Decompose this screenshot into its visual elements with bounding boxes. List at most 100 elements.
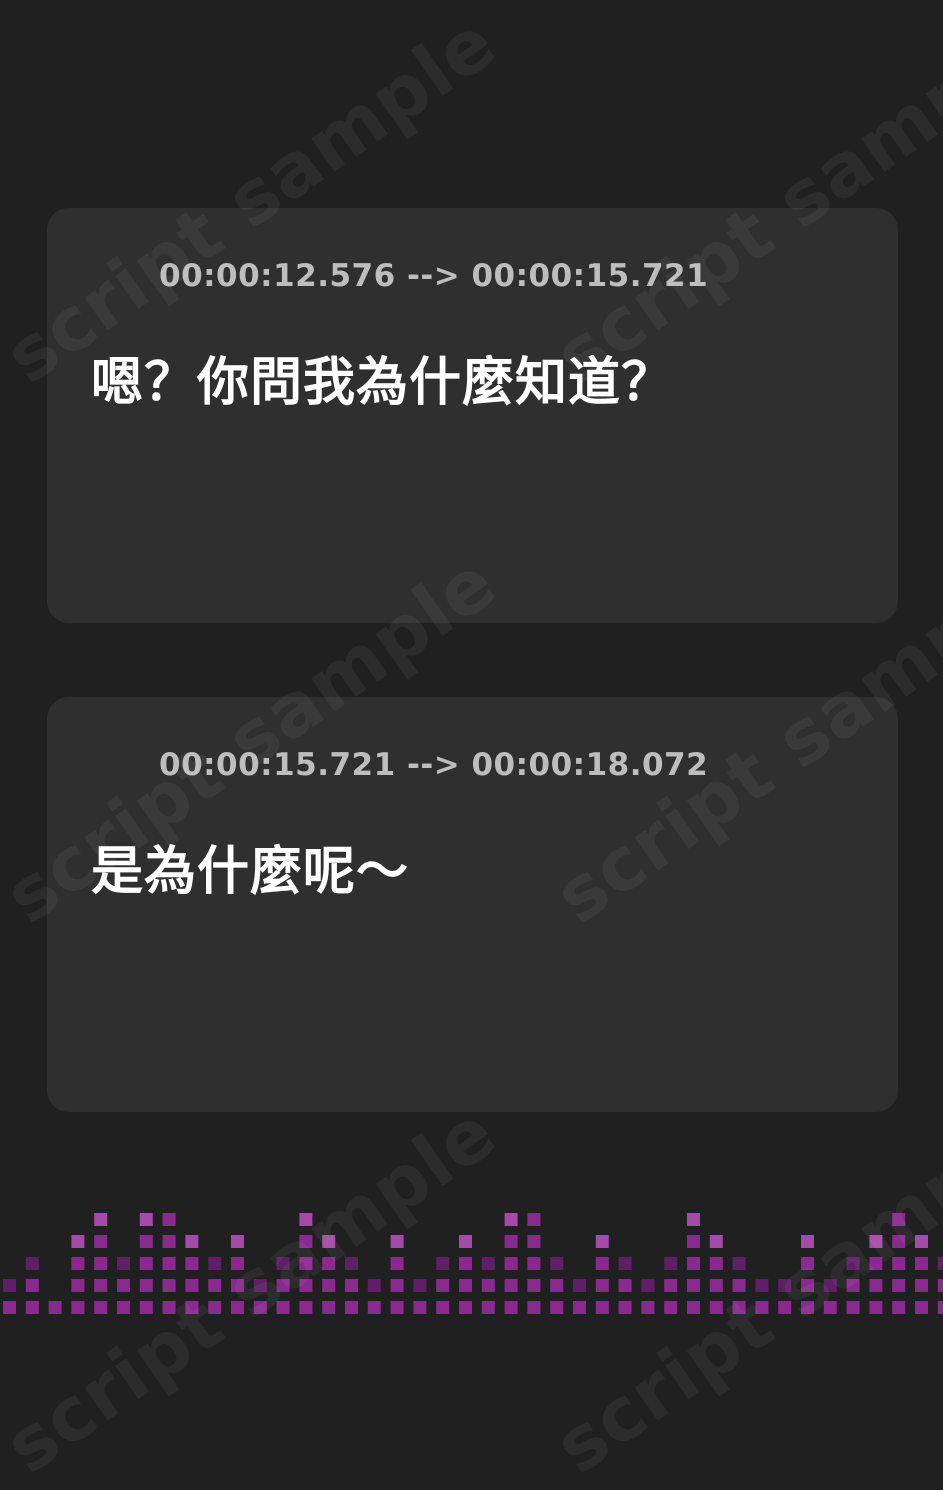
equalizer-block [755,1279,769,1292]
equalizer-block [436,1257,450,1270]
cue-header: 00:00:12.576 --> 00:00:15.721 [89,256,708,296]
equalizer-block [459,1235,472,1248]
subtitle-cue-card: 00:00:15.721 --> 00:00:18.072 是為什麼呢～ [47,697,898,1112]
equalizer-block [94,1301,108,1314]
equalizer-block [892,1257,906,1270]
equalizer-block [801,1279,814,1292]
equalizer-block [687,1257,700,1270]
equalizer-block [687,1279,700,1292]
equalizer-block [185,1235,199,1248]
equalizer-block [48,1301,62,1314]
equalizer-block [527,1301,541,1314]
equalizer-block [185,1301,199,1314]
equalizer-block [71,1301,85,1314]
equalizer-block [846,1257,860,1270]
equalizer-block [709,1301,723,1314]
equalizer-block [390,1235,404,1248]
equalizer-block [139,1301,153,1314]
equalizer-block [117,1257,130,1270]
equalizer-block [846,1301,860,1314]
equalizer-block [618,1301,632,1314]
equalizer-block [71,1279,85,1292]
equalizer-block [823,1301,837,1314]
equalizer-block [71,1257,85,1270]
equalizer-block [550,1279,564,1292]
equalizer-block [231,1279,244,1292]
equalizer-block [504,1279,518,1292]
equalizer-block [299,1279,313,1292]
equalizer-block [345,1257,358,1270]
equalizer-block [413,1301,427,1314]
equalizer-block [801,1257,814,1270]
equalizer-block [618,1279,632,1292]
equalizer-block [25,1279,39,1292]
equalizer-block [573,1279,586,1292]
equalizer-block [869,1279,883,1292]
equalizer-block [276,1301,290,1314]
equalizer-block [299,1257,313,1270]
equalizer-block [162,1213,176,1226]
equalizer-block [367,1301,381,1314]
equalizer-block [436,1279,450,1292]
equalizer-block [892,1301,906,1314]
equalizer-block [139,1257,153,1270]
equalizer-block [664,1301,678,1314]
equalizer-block [299,1213,313,1226]
equalizer-block [208,1257,222,1270]
audio-waveform-icon [90,257,136,295]
equalizer-block [801,1301,814,1314]
equalizer-block [322,1235,336,1248]
equalizer-block [687,1213,700,1226]
equalizer-block [892,1235,906,1248]
cue-text: 嗯？你問我為什麼知道？ [91,353,675,413]
audio-waveform-icon [90,746,136,784]
equalizer-block [595,1279,609,1292]
cue-header: 00:00:15.721 --> 00:00:18.072 [89,745,708,785]
equalizer-block [231,1257,244,1270]
equalizer-block [732,1301,746,1314]
equalizer-block [664,1279,678,1292]
equalizer-block [915,1257,928,1270]
equalizer-block [94,1279,108,1292]
equalizer-block [550,1301,564,1314]
equalizer-block [869,1257,883,1270]
equalizer-block [778,1279,792,1292]
equalizer-block [139,1235,153,1248]
equalizer-block [459,1279,472,1292]
equalizer-block [322,1257,336,1270]
equalizer-block [139,1213,153,1226]
equalizer-block [436,1301,450,1314]
equalizer-block [778,1301,792,1314]
equalizer-block [94,1235,108,1248]
equalizer-block [481,1301,495,1314]
equalizer-block [94,1257,108,1270]
equalizer-block [937,1301,943,1314]
equalizer-block [208,1301,222,1314]
equalizer-block [139,1279,153,1292]
equalizer-block [527,1257,541,1270]
equalizer-block [117,1301,130,1314]
subtitle-cue-card: 00:00:12.576 --> 00:00:15.721 嗯？你問我為什麼知道… [47,208,898,623]
equalizer-block [231,1301,244,1314]
equalizer-block [641,1279,655,1292]
equalizer-block [345,1279,358,1292]
equalizer-block [915,1235,928,1248]
equalizer-block [459,1301,472,1314]
equalizer-block [25,1301,39,1314]
equalizer-block [732,1279,746,1292]
cue-timestamp: 00:00:12.576 --> 00:00:15.721 [159,258,709,294]
equalizer-block [641,1301,655,1314]
equalizer-block [869,1301,883,1314]
equalizer-block [231,1235,244,1248]
equalizer-block [937,1279,943,1292]
equalizer-block [390,1301,404,1314]
equalizer-block [185,1279,199,1292]
equalizer-block [595,1235,609,1248]
equalizer-block [276,1279,290,1292]
equalizer-block [413,1279,427,1292]
cue-text: 是為什麼呢～ [91,842,410,902]
equalizer-block [276,1257,290,1270]
cue-timestamp: 00:00:15.721 --> 00:00:18.072 [159,747,709,783]
equalizer-block [299,1235,313,1248]
equalizer-block [527,1213,541,1226]
